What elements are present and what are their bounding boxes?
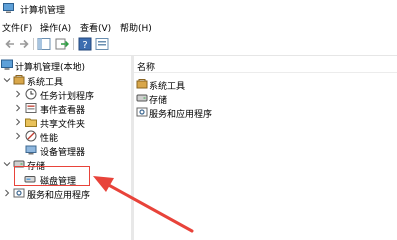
tree-label: 服务和应用程序	[27, 191, 91, 201]
tree-label: 系统工具	[27, 78, 64, 88]
tree-label: 共享文件夹	[40, 120, 86, 130]
device-manager-icon	[25, 145, 37, 155]
tree-item-event-viewer[interactable]: 事件查看器	[0, 102, 131, 116]
tree-label: 事件查看器	[40, 106, 86, 116]
menu-help[interactable]: 帮助(H)	[120, 21, 152, 34]
toolbar-separator	[73, 38, 74, 50]
list-item-label: 存储	[149, 96, 168, 106]
tree-label: 任务计划程序	[40, 92, 95, 102]
chevron-right-icon[interactable]	[14, 118, 22, 126]
menu-file[interactable]: 文件(F)	[2, 21, 32, 34]
chevron-right-icon[interactable]	[14, 104, 22, 112]
shared-folder-icon	[25, 118, 37, 127]
tree-item-services-apps[interactable]: 服务和应用程序	[0, 187, 131, 201]
header-rule	[134, 72, 397, 73]
forward-icon[interactable]	[17, 37, 31, 51]
chevron-down-icon[interactable]	[3, 160, 11, 168]
tree-item-device-manager[interactable]: 设备管理器	[0, 144, 131, 158]
list-item-label: 服务和应用程序	[149, 110, 213, 120]
list-item-system-tools[interactable]: 系统工具	[134, 78, 334, 92]
chevron-down-icon[interactable]	[3, 76, 11, 84]
title-bar: 计算机管理	[0, 0, 397, 18]
computer-management-icon	[3, 3, 14, 13]
window-title: 计算机管理	[20, 6, 66, 16]
performance-icon	[25, 130, 37, 142]
services-icon	[136, 107, 148, 117]
chevron-right-icon[interactable]	[14, 90, 22, 98]
clock-icon	[25, 88, 37, 100]
tree-label: 计算机管理(本地)	[15, 63, 86, 73]
tree-label: 性能	[40, 134, 59, 144]
tree-item-task-scheduler[interactable]: 任务计划程序	[0, 88, 131, 102]
export-icon[interactable]	[55, 37, 69, 51]
storage-icon	[136, 94, 148, 102]
tree-item-system-tools[interactable]: 系统工具	[0, 74, 131, 88]
menu-bar: 文件(F) 操作(A) 查看(V) 帮助(H)	[0, 20, 397, 34]
tree-item-shared-folders[interactable]: 共享文件夹	[0, 116, 131, 130]
computer-management-icon	[1, 59, 13, 70]
tools-icon	[13, 75, 25, 85]
list-item-storage[interactable]: 存储	[134, 92, 334, 106]
navigation-tree: 计算机管理(本地) 系统工具 任务计划程序 事件查看器 共享文件夹 性能 设备管…	[0, 56, 131, 240]
event-viewer-icon	[25, 103, 37, 113]
properties-icon[interactable]	[95, 37, 109, 51]
show-tree-icon[interactable]	[37, 37, 51, 51]
annotation-highlight-box	[14, 166, 90, 186]
chevron-right-icon[interactable]	[14, 132, 22, 140]
menu-view[interactable]: 查看(V)	[80, 21, 111, 34]
chevron-right-icon[interactable]	[3, 189, 11, 197]
list-item-label: 系统工具	[149, 82, 186, 92]
services-icon	[13, 188, 25, 198]
toolbar-separator	[33, 38, 34, 50]
svg-text:?: ?	[82, 40, 87, 51]
details-pane: 名称 系统工具 存储 服务和应用程序	[134, 56, 397, 240]
help-icon[interactable]: ?	[78, 37, 92, 51]
tools-icon	[136, 79, 148, 89]
back-icon[interactable]	[3, 37, 17, 51]
tree-item-performance[interactable]: 性能	[0, 130, 131, 144]
tree-item-root[interactable]: 计算机管理(本地)	[0, 59, 131, 73]
toolbar: ?	[0, 36, 397, 52]
menu-action[interactable]: 操作(A)	[40, 21, 71, 34]
list-item-services-apps[interactable]: 服务和应用程序	[134, 106, 334, 120]
tree-label: 设备管理器	[40, 148, 86, 158]
